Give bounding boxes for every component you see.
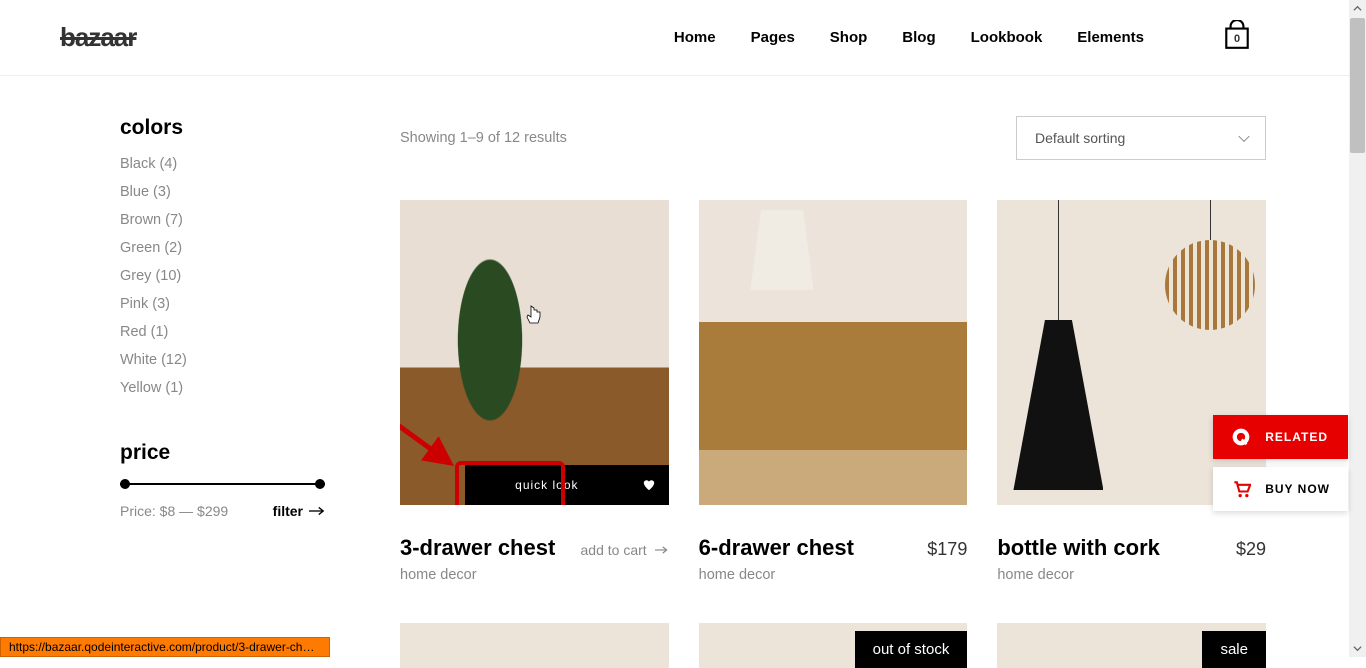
product-card[interactable]: quick look 3-drawer chest add to cart ho…	[400, 200, 669, 583]
color-filter-pink[interactable]: Pink (3)	[120, 296, 340, 312]
qode-logo-icon	[1231, 427, 1251, 447]
sort-wrap: Default sorting	[1016, 116, 1266, 160]
product-card[interactable]	[400, 623, 669, 668]
quick-look-button[interactable]: quick look	[465, 465, 629, 505]
filter-button-label: filter	[273, 503, 303, 519]
scroll-up-icon[interactable]	[1353, 4, 1362, 13]
page-scrollbar-thumb[interactable]	[1350, 18, 1365, 153]
related-label: RELATED	[1265, 430, 1328, 444]
cart-icon	[1231, 479, 1251, 499]
site-header: bazaar Home Pages Shop Blog Lookbook Ele…	[0, 0, 1366, 76]
sale-badge: sale	[1202, 631, 1266, 668]
product-card[interactable]: 6-drawer chest $179 home decor	[699, 200, 968, 583]
nav-home[interactable]: Home	[674, 29, 716, 46]
nav-shop[interactable]: Shop	[830, 29, 868, 46]
price-range-text: Price: $8 — $299	[120, 503, 228, 519]
product-listing: Showing 1–9 of 12 results Default sortin…	[400, 116, 1266, 668]
product-grid: quick look 3-drawer chest add to cart ho…	[400, 200, 1266, 583]
browser-status-bar: https://bazaar.qodeinteractive.com/produ…	[0, 637, 330, 657]
result-count: Showing 1–9 of 12 results	[400, 130, 567, 146]
product-price: $29	[1236, 539, 1266, 560]
product-card[interactable]: bottle with cork $29 home decor	[997, 200, 1266, 583]
color-filter-grey[interactable]: Grey (10)	[120, 268, 340, 284]
decorative-lamp	[747, 210, 817, 290]
nav-blog[interactable]: Blog	[902, 29, 935, 46]
price-filter-section: price Price: $8 — $299 filter	[120, 441, 340, 519]
nav-elements[interactable]: Elements	[1077, 29, 1144, 46]
filter-button[interactable]: filter	[273, 503, 325, 519]
product-title[interactable]: 3-drawer chest	[400, 535, 555, 561]
color-filter-red[interactable]: Red (1)	[120, 324, 340, 340]
product-category[interactable]: home decor	[997, 567, 1266, 583]
product-image[interactable]: out of stock	[699, 623, 968, 668]
buy-now-button[interactable]: BUY NOW	[1213, 467, 1348, 511]
filter-sidebar: colors Black (4) Blue (3) Brown (7) Gree…	[120, 116, 340, 668]
main-nav: Home Pages Shop Blog Lookbook Elements 0	[674, 20, 1306, 55]
cart-count: 0	[1234, 33, 1240, 45]
results-bar: Showing 1–9 of 12 results Default sortin…	[400, 116, 1266, 160]
product-price: $179	[927, 539, 967, 560]
nav-pages[interactable]: Pages	[751, 29, 795, 46]
add-to-cart-button[interactable]: add to cart	[581, 542, 669, 558]
product-card[interactable]: out of stock	[699, 623, 968, 668]
product-category[interactable]: home decor	[699, 567, 968, 583]
cart-button[interactable]: 0	[1224, 20, 1250, 55]
price-heading: price	[120, 441, 340, 465]
color-filter-black[interactable]: Black (4)	[120, 156, 340, 172]
quick-look-bar: quick look	[400, 465, 669, 505]
arrow-right-icon	[309, 506, 325, 516]
out-of-stock-badge: out of stock	[855, 631, 968, 668]
arrow-right-icon	[655, 545, 669, 555]
buy-now-label: BUY NOW	[1265, 482, 1330, 496]
scroll-down-icon[interactable]	[1353, 644, 1362, 653]
sort-select[interactable]: Default sorting	[1016, 116, 1266, 160]
decorative-pendant	[1013, 200, 1103, 500]
price-slider[interactable]	[120, 483, 325, 485]
related-button[interactable]: RELATED	[1213, 415, 1348, 459]
add-to-cart-label: add to cart	[581, 542, 647, 558]
wishlist-button[interactable]	[629, 465, 669, 505]
floating-actions: RELATED BUY NOW	[1213, 415, 1348, 511]
decorative-plant	[440, 215, 540, 465]
color-filter-white[interactable]: White (12)	[120, 352, 340, 368]
header-icons: 0	[1224, 20, 1306, 55]
product-title[interactable]: 6-drawer chest	[699, 535, 854, 561]
product-category[interactable]: home decor	[400, 567, 669, 583]
product-grid-row2: out of stock sale	[400, 623, 1266, 668]
color-filter-yellow[interactable]: Yellow (1)	[120, 380, 340, 396]
product-image[interactable]: quick look	[400, 200, 669, 505]
product-title[interactable]: bottle with cork	[997, 535, 1160, 561]
nav-lookbook[interactable]: Lookbook	[971, 29, 1043, 46]
decorative-pendant	[1165, 200, 1255, 360]
color-filter-list: Black (4) Blue (3) Brown (7) Green (2) G…	[120, 156, 340, 396]
product-image[interactable]: sale	[997, 623, 1266, 668]
site-logo[interactable]: bazaar	[60, 22, 136, 53]
product-card[interactable]: sale	[997, 623, 1266, 668]
color-filter-brown[interactable]: Brown (7)	[120, 212, 340, 228]
color-filter-green[interactable]: Green (2)	[120, 240, 340, 256]
heart-icon	[642, 478, 656, 492]
color-filter-blue[interactable]: Blue (3)	[120, 184, 340, 200]
product-image[interactable]	[400, 623, 669, 668]
colors-heading: colors	[120, 116, 340, 140]
product-image[interactable]	[699, 200, 968, 505]
page-scrollbar-track[interactable]	[1349, 0, 1366, 657]
